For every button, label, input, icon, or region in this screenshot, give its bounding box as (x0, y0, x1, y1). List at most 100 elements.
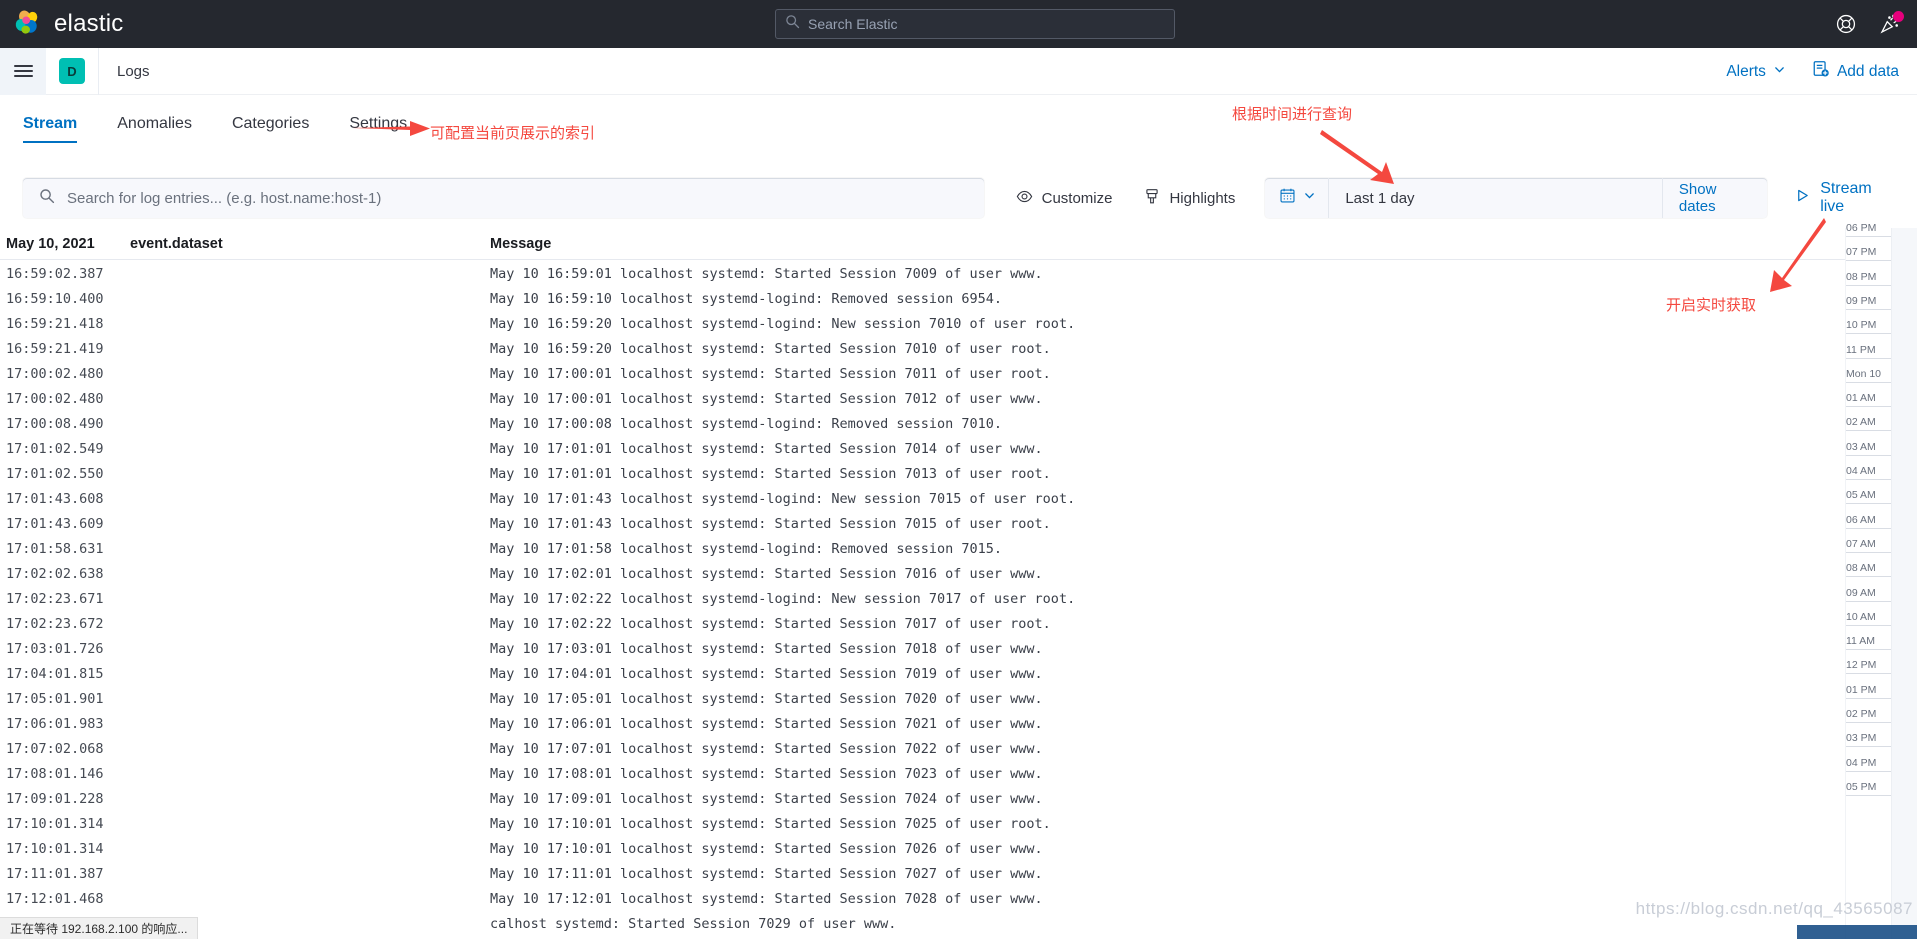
table-row[interactable]: 17:00:08.490 May 10 17:00:08 localhost sy… (0, 411, 1845, 436)
lifering-icon[interactable] (1835, 13, 1857, 35)
minimap-tick-line (1846, 236, 1894, 237)
table-row[interactable]: 16:59:10.400 May 10 16:59:10 localhost sy… (0, 286, 1845, 311)
cell-timestamp: 17:02:23.672 (6, 615, 104, 632)
table-row[interactable]: 17:01:02.549 May 10 17:01:01 localhost sy… (0, 436, 1845, 461)
minimap-tick-label: 08 PM (1846, 270, 1877, 283)
table-row[interactable]: 17:09:01.228 May 10 17:09:01 localhost sy… (0, 786, 1845, 811)
annotation-settings-text: 可配置当前页展示的索引 (430, 124, 596, 142)
minimap-tick-label: 09 AM (1846, 586, 1876, 599)
scrollbar-decoration[interactable] (1797, 925, 1917, 939)
tab-anomalies[interactable]: Anomalies (117, 115, 192, 143)
alerts-menu-button[interactable]: Alerts (1726, 63, 1786, 81)
minimap-tick-label: 07 AM (1846, 537, 1876, 550)
minimap-tick-label: 12 PM (1846, 659, 1877, 672)
customize-label: Customize (1041, 189, 1113, 207)
table-row[interactable]: 17:07:02.068 May 10 17:07:01 localhost sy… (0, 736, 1845, 761)
table-row[interactable]: 17:11:01.387 May 10 17:11:01 localhost sy… (0, 861, 1845, 886)
table-row[interactable]: calhost systemd: Started Session 7029 of… (0, 911, 1845, 936)
global-search-input[interactable]: Search Elastic (775, 9, 1175, 39)
cell-message: May 10 16:59:01 localhost systemd: Start… (490, 265, 1043, 282)
cell-message: May 10 17:07:01 localhost systemd: Start… (490, 740, 1043, 757)
cell-message: May 10 16:59:20 localhost systemd: Start… (490, 340, 1051, 357)
table-row[interactable]: 17:03:01.726 May 10 17:03:01 localhost sy… (0, 636, 1845, 661)
tab-stream[interactable]: Stream (23, 115, 78, 143)
cell-timestamp: 17:01:02.550 (6, 465, 104, 482)
log-table-header: May 10, 2021 event.dataset Message (0, 228, 1845, 260)
highlights-button[interactable]: Highlights (1144, 188, 1235, 209)
minimap-tick-label: 05 AM (1846, 489, 1876, 502)
add-data-button[interactable]: Add data (1812, 60, 1899, 83)
column-header-timestamp: May 10, 2021 (6, 235, 95, 252)
add-data-label: Add data (1836, 62, 1899, 80)
cell-timestamp: 17:02:23.671 (6, 590, 104, 607)
cell-message: May 10 17:10:01 localhost systemd: Start… (490, 840, 1043, 857)
cell-timestamp: 17:03:01.726 (6, 640, 104, 657)
table-row[interactable]: 16:59:21.418 May 10 16:59:20 localhost sy… (0, 311, 1845, 336)
timeline-minimap[interactable]: 06 PM 07 PM 08 PM 09 PM 10 PM 11 PM Mon 10 01 A… (1845, 222, 1917, 939)
alerts-label: Alerts (1726, 62, 1766, 80)
minimap-tick-label: 03 PM (1846, 732, 1877, 745)
table-row[interactable]: 17:08:01.146 May 10 17:08:01 localhost sy… (0, 761, 1845, 786)
table-row[interactable]: 17:01:58.631 May 10 17:01:58 localhost sy… (0, 536, 1845, 561)
cell-message: May 10 17:01:58 localhost systemd-logind… (490, 540, 1003, 557)
cell-message: May 10 17:00:08 localhost systemd-logind… (490, 415, 1003, 432)
table-row[interactable]: 17:10:01.314 May 10 17:10:01 localhost sy… (0, 836, 1845, 861)
cell-timestamp: 17:06:01.983 (6, 715, 104, 732)
table-row[interactable]: 17:10:01.314 May 10 17:10:01 localhost sy… (0, 811, 1845, 836)
table-row[interactable]: 17:01:43.609 May 10 17:01:43 localhost sy… (0, 511, 1845, 536)
minimap-tick-label: 01 AM (1846, 392, 1876, 405)
minimap-tick-line (1846, 430, 1894, 432)
customize-button[interactable]: Customize (1016, 188, 1113, 209)
table-row[interactable]: 17:01:43.608 May 10 17:01:43 localhost sy… (0, 486, 1845, 511)
annotation-stream-live-text: 开启实时获取 (1666, 296, 1757, 314)
cell-message: May 10 17:10:01 localhost systemd: Start… (490, 815, 1051, 832)
minimap-tick-line (1846, 333, 1894, 335)
table-row[interactable]: 16:59:02.387 May 10 16:59:01 localhost sy… (0, 261, 1845, 286)
global-search-placeholder: Search Elastic (808, 16, 898, 32)
cell-message: May 10 17:08:01 localhost systemd: Start… (490, 765, 1043, 782)
party-popper-icon[interactable] (1879, 11, 1904, 35)
hamburger-menu-icon[interactable] (0, 47, 46, 95)
minimap-tick-line (1846, 697, 1894, 699)
minimap-tick-line (1846, 527, 1894, 529)
page-title: Logs (117, 62, 150, 80)
log-entries-list[interactable]: 16:59:02.387 May 10 16:59:01 localhost sy… (0, 261, 1845, 939)
tab-categories[interactable]: Categories (232, 115, 309, 143)
annotation-arrow-settings (352, 121, 430, 136)
minimap-density-pane[interactable] (1891, 228, 1917, 939)
minimap-tick-label: 09 PM (1846, 294, 1877, 307)
table-row[interactable]: 17:12:01.468 May 10 17:12:01 localhost sy… (0, 886, 1845, 911)
table-row[interactable]: 17:06:01.983 May 10 17:06:01 localhost sy… (0, 711, 1845, 736)
search-input[interactable]: Search for log entries... (e.g. host.nam… (23, 178, 984, 218)
table-row[interactable]: 17:05:01.901 May 10 17:05:01 localhost sy… (0, 686, 1845, 711)
cell-message: May 10 17:01:01 localhost systemd: Start… (490, 440, 1043, 457)
cell-message: May 10 17:05:01 localhost systemd: Start… (490, 690, 1043, 707)
table-row[interactable]: 17:02:23.671 May 10 17:02:22 localhost sy… (0, 586, 1845, 611)
table-row[interactable]: 17:00:02.480 May 10 17:00:01 localhost sy… (0, 386, 1845, 411)
table-row[interactable]: 17:02:23.672 May 10 17:02:22 localhost sy… (0, 611, 1845, 636)
cell-timestamp: 17:00:02.480 (6, 390, 104, 407)
table-row[interactable]: 16:59:21.419 May 10 16:59:20 localhost sy… (0, 336, 1845, 361)
query-bar: Search for log entries... (e.g. host.nam… (23, 178, 1894, 218)
time-range-value[interactable]: Last 1 day (1329, 190, 1662, 207)
cell-timestamp: 17:00:02.480 (6, 365, 104, 382)
space-avatar[interactable]: D (59, 58, 85, 84)
minimap-tick-line (1846, 649, 1894, 651)
eye-icon (1016, 188, 1033, 209)
show-dates-button[interactable]: Show dates (1661, 178, 1767, 218)
minimap-tick-label: 01 PM (1846, 683, 1877, 696)
table-row[interactable]: 17:01:02.550 May 10 17:01:01 localhost sy… (0, 461, 1845, 486)
cell-timestamp: 17:07:02.068 (6, 740, 104, 757)
table-row[interactable]: 17:04:01.815 May 10 17:04:01 localhost sy… (0, 661, 1845, 686)
minimap-tick-label: 06 PM (1846, 222, 1877, 234)
table-row[interactable]: 17:00:02.480 May 10 17:00:01 localhost sy… (0, 361, 1845, 386)
stream-live-button[interactable]: Stream live (1795, 180, 1894, 216)
cell-message: May 10 17:01:01 localhost systemd: Start… (490, 465, 1051, 482)
brush-icon (1144, 188, 1160, 209)
minimap-tick-line (1846, 722, 1894, 723)
cell-message: May 10 17:01:43 localhost systemd: Start… (490, 515, 1051, 532)
elastic-brand[interactable]: elastic (14, 9, 123, 39)
highlights-label: Highlights (1169, 189, 1236, 207)
table-row[interactable]: 17:02:02.638 May 10 17:02:01 localhost sy… (0, 561, 1845, 586)
cell-timestamp: 17:01:02.549 (6, 440, 104, 457)
